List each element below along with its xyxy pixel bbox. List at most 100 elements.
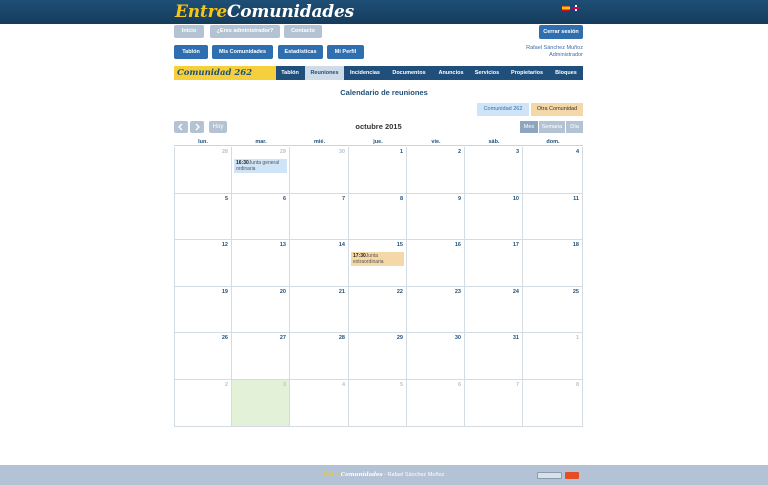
view-day-button[interactable]: Día	[566, 121, 583, 133]
tab-anuncios[interactable]: Anuncios	[433, 66, 469, 80]
calendar-day-cell[interactable]: 16	[407, 240, 465, 287]
tab-incidencias[interactable]: Incidencias	[345, 66, 385, 80]
mi-perfil-button[interactable]: Mi Perfil	[327, 45, 364, 59]
day-number[interactable]: 9	[458, 196, 461, 202]
calendar-day-cell[interactable]: 10	[465, 193, 523, 241]
tab-servicios[interactable]: Servicios	[471, 66, 503, 80]
tab-reuniones[interactable]: Reuniones	[305, 66, 344, 80]
calendar-day-cell[interactable]: 28	[174, 147, 232, 194]
estadisticas-button[interactable]: Estadísticas	[278, 45, 323, 59]
tab-propietarios[interactable]: Propietarios	[508, 66, 546, 80]
day-number[interactable]: 7	[342, 196, 345, 202]
user-role-link[interactable]: Administrador	[549, 52, 583, 58]
day-number[interactable]: 2	[225, 382, 228, 388]
calendar-day-cell[interactable]: 25	[523, 286, 583, 334]
day-number[interactable]: 21	[339, 289, 345, 295]
day-number[interactable]: 30	[455, 335, 461, 341]
view-month-button[interactable]: Mes	[520, 121, 538, 133]
day-number[interactable]: 5	[225, 196, 228, 202]
calendar-day-cell[interactable]: 4	[523, 147, 583, 194]
calendar-day-cell[interactable]: 8	[523, 380, 583, 427]
html5-badge-icon[interactable]	[565, 472, 579, 479]
calendar-day-cell[interactable]: 6	[232, 193, 290, 241]
user-name-link[interactable]: Rafael Sánchez Muñoz	[526, 45, 583, 51]
day-number[interactable]: 5	[400, 382, 403, 388]
english-flag-icon[interactable]	[572, 5, 580, 11]
calendar-day-cell[interactable]: 7	[290, 193, 349, 241]
calendar-day-cell[interactable]: 29 16:30Junta general ordinaria	[232, 147, 290, 194]
calendar-day-cell[interactable]: 31	[465, 333, 523, 380]
calendar-day-cell[interactable]: 20	[232, 286, 290, 334]
calendar-day-cell[interactable]: 12	[174, 240, 232, 287]
inicio-button[interactable]: Inicio	[174, 25, 204, 38]
day-number[interactable]: 28	[222, 149, 228, 155]
logout-button[interactable]: Cerrar sesión	[539, 25, 583, 39]
day-number[interactable]: 29	[280, 149, 286, 155]
calendar-day-cell[interactable]: 1	[349, 147, 407, 194]
day-number[interactable]: 25	[573, 289, 579, 295]
day-number[interactable]: 2	[458, 149, 461, 155]
calendar-day-cell[interactable]: 8	[349, 193, 407, 241]
tab-bloques[interactable]: Bloques	[550, 66, 582, 80]
calendar-event[interactable]: 16:30Junta general ordinaria	[234, 159, 287, 173]
day-number[interactable]: 20	[280, 289, 286, 295]
calendar-day-cell[interactable]: 14	[290, 240, 349, 287]
day-number[interactable]: 26	[222, 335, 228, 341]
calendar-day-cell[interactable]: 9	[407, 193, 465, 241]
day-number[interactable]: 17	[513, 242, 519, 248]
calendar-day-cell[interactable]: 4	[290, 380, 349, 427]
day-number[interactable]: 1	[576, 335, 579, 341]
day-number[interactable]: 13	[280, 242, 286, 248]
day-number[interactable]: 4	[576, 149, 579, 155]
calendar-day-cell[interactable]: 3	[465, 147, 523, 194]
day-number[interactable]: 3	[283, 382, 286, 388]
day-number[interactable]: 1	[400, 149, 403, 155]
day-number[interactable]: 31	[513, 335, 519, 341]
day-number[interactable]: 18	[573, 242, 579, 248]
calendar-day-cell[interactable]: 5	[174, 193, 232, 241]
tablon-button[interactable]: Tablón	[174, 45, 208, 59]
day-number[interactable]: 16	[455, 242, 461, 248]
calendar-day-cell[interactable]: 30	[407, 333, 465, 380]
calendar-day-cell[interactable]: 3	[232, 380, 290, 427]
site-logo[interactable]: EntreComunidades	[175, 1, 354, 23]
tab-tablon[interactable]: Tablón	[276, 66, 304, 80]
day-number[interactable]: 11	[573, 196, 579, 202]
day-number[interactable]: 3	[516, 149, 519, 155]
day-number[interactable]: 19	[222, 289, 228, 295]
calendar-day-cell[interactable]: 29	[349, 333, 407, 380]
day-number[interactable]: 22	[397, 289, 403, 295]
view-week-button[interactable]: Semana	[539, 121, 565, 133]
calendar-day-cell[interactable]: 11	[523, 193, 583, 241]
day-number[interactable]: 8	[400, 196, 403, 202]
contacto-button[interactable]: Contacto	[284, 25, 322, 38]
day-number[interactable]: 24	[513, 289, 519, 295]
calendar-day-cell[interactable]: 26	[174, 333, 232, 380]
calendar-day-cell[interactable]: 27	[232, 333, 290, 380]
calendar-day-cell[interactable]: 19	[174, 286, 232, 334]
calendar-day-cell[interactable]: 22	[349, 286, 407, 334]
calendar-day-cell[interactable]: 5	[349, 380, 407, 427]
day-number[interactable]: 6	[458, 382, 461, 388]
day-number[interactable]: 8	[576, 382, 579, 388]
w3c-wai-badge-icon[interactable]	[537, 472, 562, 479]
calendar-day-cell[interactable]: 24	[465, 286, 523, 334]
day-number[interactable]: 14	[339, 242, 345, 248]
calendar-day-cell[interactable]: 23	[407, 286, 465, 334]
calendar-day-cell[interactable]: 21	[290, 286, 349, 334]
spanish-flag-icon[interactable]	[562, 5, 570, 11]
day-number[interactable]: 27	[280, 335, 286, 341]
day-number[interactable]: 28	[339, 335, 345, 341]
calendar-day-cell[interactable]: 15 17:30Junta extraordinaria	[349, 240, 407, 287]
calendar-day-cell[interactable]: 30	[290, 147, 349, 194]
calendar-day-cell[interactable]: 13	[232, 240, 290, 287]
mis-comunidades-button[interactable]: Mis Comunidades	[212, 45, 273, 59]
calendar-day-cell[interactable]: 1	[523, 333, 583, 380]
tab-documentos[interactable]: Documentos	[387, 66, 431, 80]
day-number[interactable]: 23	[455, 289, 461, 295]
admin-question-button[interactable]: ¿Eres administrador?	[210, 25, 280, 38]
day-number[interactable]: 29	[397, 335, 403, 341]
calendar-day-cell[interactable]: 28	[290, 333, 349, 380]
calendar-day-cell[interactable]: 2	[407, 147, 465, 194]
calendar-day-cell[interactable]: 6	[407, 380, 465, 427]
